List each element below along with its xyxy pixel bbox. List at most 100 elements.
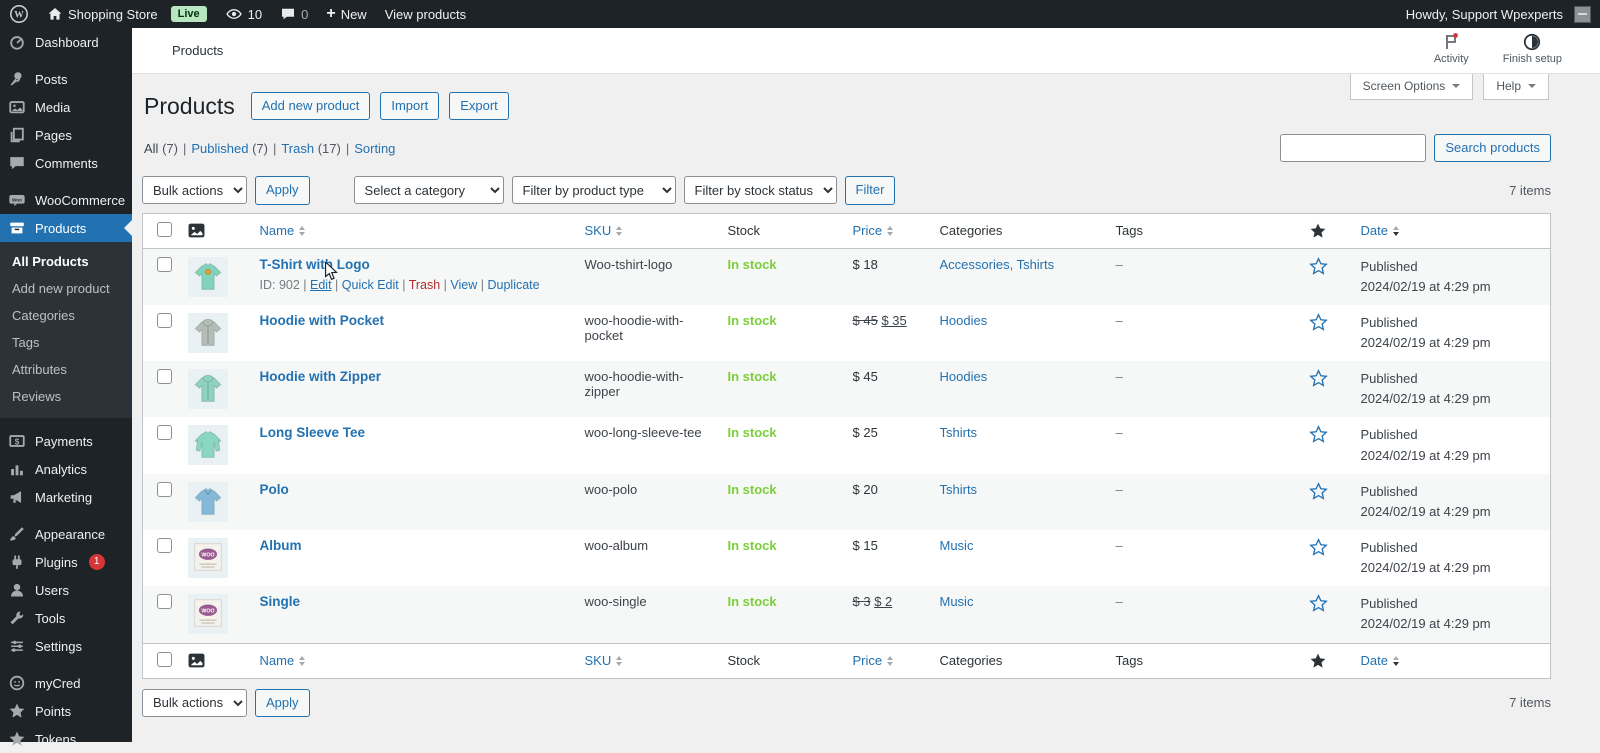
row-action-trash[interactable]: Trash [409, 278, 441, 292]
row-checkbox[interactable] [157, 537, 172, 553]
category-link[interactable]: Music [940, 538, 974, 553]
product-name-link[interactable]: Long Sleeve Tee [260, 425, 366, 440]
row-action-duplicate[interactable]: Duplicate [487, 278, 539, 292]
search-input[interactable] [1280, 134, 1427, 163]
row-checkbox[interactable] [157, 594, 172, 610]
sidebar-item-woocommerce[interactable]: Woo WooCommerce [0, 186, 132, 214]
sidebar-item-users[interactable]: Users [0, 576, 132, 604]
row-action-quick-edit[interactable]: Quick Edit [342, 278, 399, 292]
filter-button[interactable]: Filter [844, 176, 896, 205]
category-link[interactable]: Music [940, 594, 974, 609]
account-menu[interactable]: Howdy, Support Wpexperts [1397, 0, 1600, 28]
sidebar-item-tools[interactable]: Tools [0, 604, 132, 632]
featured-toggle-star[interactable] [1308, 425, 1328, 444]
featured-toggle-star[interactable] [1308, 369, 1328, 388]
help-tab[interactable]: Help [1483, 74, 1549, 100]
comments-menu[interactable]: 0 [271, 0, 317, 28]
screen-options-tab[interactable]: Screen Options [1349, 74, 1474, 100]
featured-toggle-star[interactable] [1308, 312, 1328, 332]
finish-setup-button[interactable]: Finish setup [1503, 32, 1562, 65]
sort-by-price[interactable]: Price [853, 223, 894, 239]
status-link-label[interactable]: All (7) [144, 141, 178, 156]
view-products-link[interactable]: View products [376, 0, 475, 28]
status-link-label[interactable]: Trash (17) [281, 141, 340, 156]
sort-by-price[interactable]: Price [853, 653, 894, 669]
select-all-checkbox[interactable] [157, 651, 172, 667]
bulk-actions-select-bottom[interactable]: Bulk actions [142, 688, 247, 717]
submenu-item-reviews[interactable]: Reviews [0, 383, 132, 410]
product-name-link[interactable]: T-Shirt with Logo [260, 257, 370, 272]
product-thumbnail[interactable]: WOO [187, 594, 228, 635]
sort-by-name[interactable]: Name [260, 653, 306, 669]
product-type-filter-select[interactable]: Filter by product type [511, 176, 676, 205]
search-products-button[interactable]: Search products [1434, 134, 1551, 163]
sort-by-date[interactable]: Date [1361, 653, 1399, 669]
row-checkbox[interactable] [157, 425, 172, 441]
category-link[interactable]: Hoodies [940, 369, 988, 384]
product-thumbnail[interactable]: WOO [187, 537, 228, 578]
sidebar-item-analytics[interactable]: Analytics [0, 455, 132, 483]
sort-by-sku[interactable]: SKU [585, 653, 623, 669]
sidebar-item-pages[interactable]: Pages [0, 121, 132, 149]
activity-button[interactable]: Activity [1434, 32, 1469, 65]
stock-status-filter-select[interactable]: Filter by stock status [683, 176, 837, 205]
category-link[interactable]: Hoodies [940, 313, 988, 328]
sidebar-item-appearance[interactable]: Appearance [0, 520, 132, 548]
sort-by-sku[interactable]: SKU [585, 223, 623, 239]
status-link-label[interactable]: Published (7) [191, 141, 268, 156]
sidebar-item-dashboard[interactable]: Dashboard [0, 28, 132, 56]
sidebar-item-points[interactable]: Points [0, 697, 132, 725]
row-checkbox[interactable] [157, 312, 172, 328]
apply-button[interactable]: Apply [255, 176, 310, 205]
category-link[interactable]: Tshirts [940, 482, 978, 497]
apply-button-bottom[interactable]: Apply [255, 688, 310, 717]
sidebar-item-tokens[interactable]: Tokens [0, 725, 132, 753]
import-button[interactable]: Import [380, 92, 440, 121]
sidebar-item-posts[interactable]: Posts [0, 65, 132, 93]
product-name-link[interactable]: Polo [260, 482, 289, 497]
sort-by-name[interactable]: Name [260, 223, 306, 239]
sidebar-item-mycred[interactable]: myCred [0, 669, 132, 697]
row-checkbox[interactable] [157, 369, 172, 385]
featured-toggle-star[interactable] [1308, 256, 1328, 276]
submenu-item-categories[interactable]: Categories [0, 302, 132, 329]
featured-toggle-star[interactable] [1308, 481, 1328, 501]
sidebar-item-plugins[interactable]: Plugins 1 [0, 548, 132, 576]
wp-logo-menu[interactable]: W [0, 0, 38, 28]
product-thumbnail[interactable] [187, 256, 228, 297]
select-all-checkbox[interactable] [157, 221, 172, 237]
add-new-product-button[interactable]: Add new product [250, 92, 371, 121]
sort-by-date[interactable]: Date [1361, 223, 1399, 239]
row-action-edit[interactable]: Edit [310, 278, 332, 292]
product-name-link[interactable]: Album [260, 538, 302, 553]
product-name-link[interactable]: Hoodie with Zipper [260, 369, 382, 384]
row-checkbox[interactable] [157, 256, 172, 272]
new-content-menu[interactable]: + New [317, 0, 375, 28]
updates-menu[interactable]: 10 [216, 0, 271, 28]
featured-toggle-star[interactable] [1308, 538, 1328, 557]
product-thumbnail[interactable] [187, 312, 228, 353]
sidebar-item-comments[interactable]: Comments [0, 149, 132, 177]
product-name-link[interactable]: Hoodie with Pocket [260, 313, 385, 328]
category-filter-select[interactable]: Select a category [353, 176, 504, 205]
sidebar-item-marketing[interactable]: Marketing [0, 483, 132, 511]
featured-toggle-star[interactable] [1308, 594, 1328, 613]
row-action-view[interactable]: View [450, 278, 477, 292]
bulk-actions-select[interactable]: Bulk actions [142, 176, 247, 205]
product-thumbnail[interactable] [187, 425, 228, 466]
sidebar-item-media[interactable]: Media [0, 93, 132, 121]
category-link[interactable]: Accessories, Tshirts [940, 257, 1055, 272]
row-checkbox[interactable] [157, 481, 172, 497]
submenu-item-tags[interactable]: Tags [0, 329, 132, 356]
export-button[interactable]: Export [449, 92, 509, 121]
product-name-link[interactable]: Single [260, 594, 301, 609]
product-thumbnail[interactable] [187, 369, 228, 410]
sidebar-item-payments[interactable]: $ Payments [0, 427, 132, 455]
submenu-item-all-products[interactable]: All Products [0, 248, 132, 275]
submenu-item-attributes[interactable]: Attributes [0, 356, 132, 383]
sidebar-item-products[interactable]: Products [0, 214, 132, 242]
product-thumbnail[interactable] [187, 481, 228, 522]
submenu-item-add-new-product[interactable]: Add new product [0, 275, 132, 302]
sidebar-item-settings[interactable]: Settings [0, 632, 132, 660]
status-link-label[interactable]: Sorting [354, 141, 395, 156]
